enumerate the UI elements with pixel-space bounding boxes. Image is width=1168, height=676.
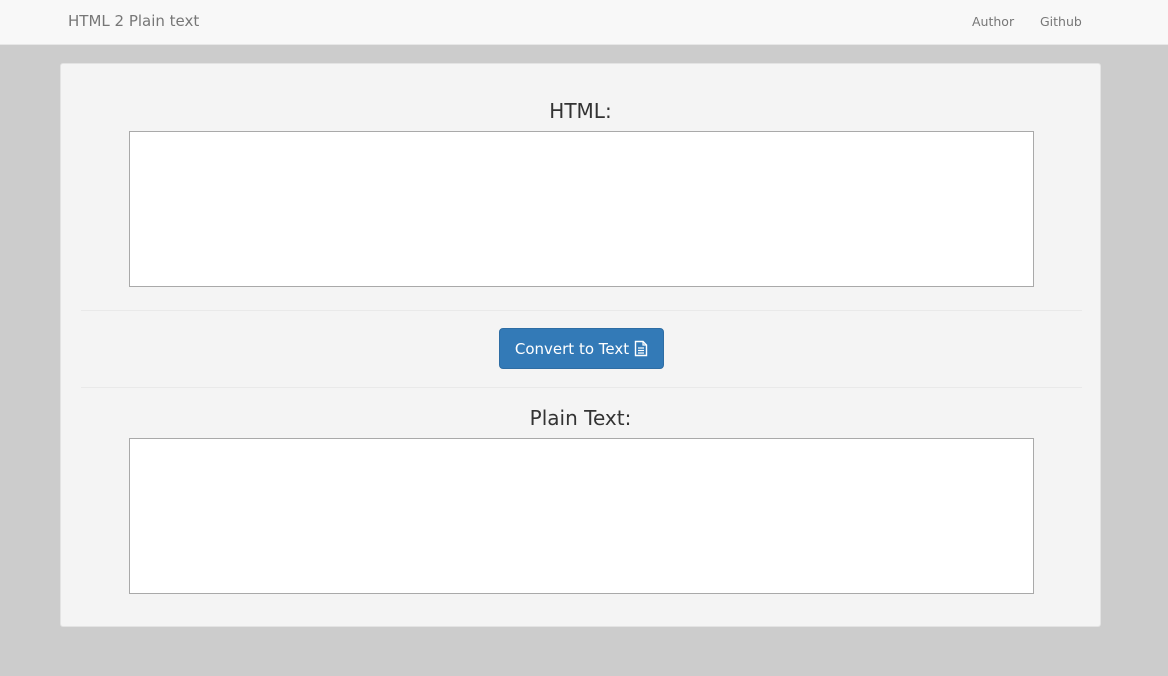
top-navbar: HTML 2 Plain text Author Github	[0, 0, 1168, 45]
convert-button-label: Convert to Text	[514, 339, 630, 358]
plain-text-output[interactable]	[129, 438, 1034, 594]
divider-top	[81, 310, 1082, 311]
converter-panel: HTML: Convert to Text Plain Text:	[60, 63, 1101, 627]
navbar-brand[interactable]: HTML 2 Plain text	[68, 12, 199, 30]
html-section-title: HTML:	[549, 99, 612, 123]
divider-bottom	[81, 387, 1082, 388]
nav-link-github[interactable]: Github	[1040, 14, 1082, 29]
nav-link-author[interactable]: Author	[972, 14, 1014, 29]
file-text-icon	[634, 340, 648, 357]
plain-text-section-title: Plain Text:	[529, 406, 632, 430]
convert-to-text-button[interactable]: Convert to Text	[499, 328, 664, 369]
html-input[interactable]	[129, 131, 1034, 287]
